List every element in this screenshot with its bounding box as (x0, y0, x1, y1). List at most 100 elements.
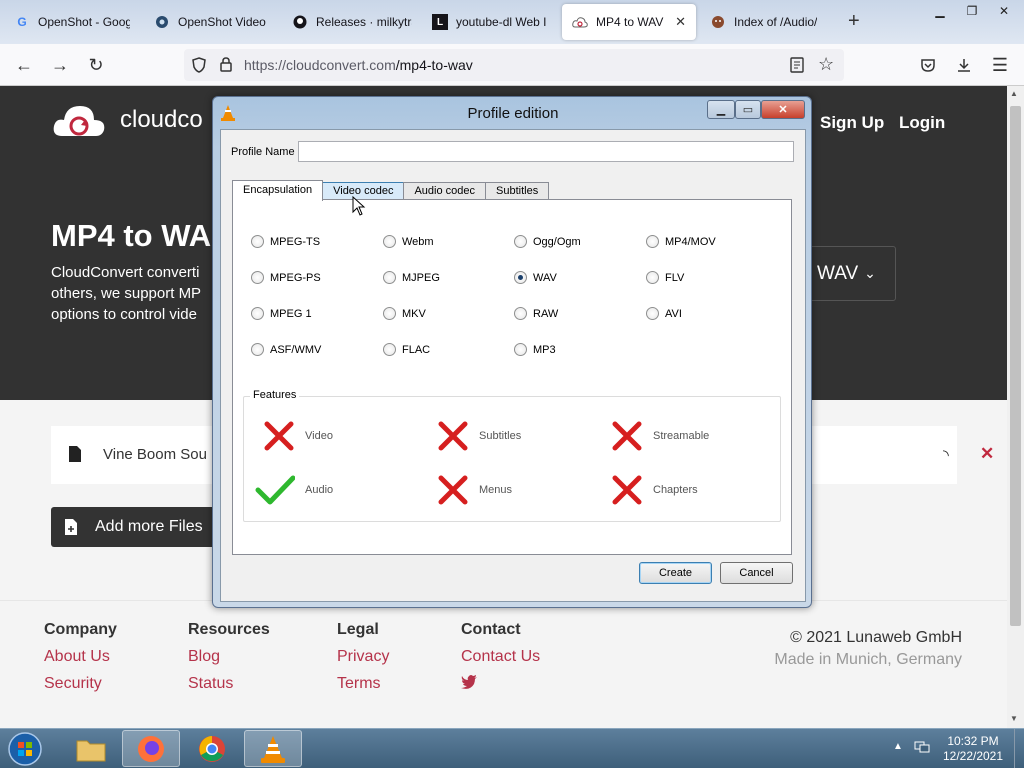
dialog-maximize-icon[interactable]: ▭ (735, 100, 761, 119)
radio-circle[interactable] (251, 343, 264, 356)
browser-tab-releases[interactable]: Releases · milkytra (282, 4, 422, 40)
restore-icon[interactable]: ❐ (956, 2, 988, 20)
security-link[interactable]: Security (44, 675, 117, 693)
brand-name[interactable]: cloudco (120, 106, 203, 134)
clock-time: 10:32 PM (947, 734, 999, 748)
blog-link[interactable]: Blog (188, 648, 270, 666)
radio-circle[interactable] (383, 307, 396, 320)
forward-arrow-icon[interactable]: → (48, 53, 72, 77)
bookmark-star-icon[interactable]: ☆ (818, 54, 834, 75)
windows-start-icon[interactable] (6, 731, 44, 767)
radio-circle[interactable] (646, 235, 659, 248)
minimize-icon[interactable]: ▁ (924, 2, 956, 20)
login-link[interactable]: Login (899, 113, 945, 133)
scrollbar-thumb[interactable] (1010, 106, 1021, 626)
browser-tab-openshot-video[interactable]: OpenShot Video E (144, 4, 280, 40)
downloads-icon[interactable] (952, 53, 976, 77)
browser-tab-index-audio[interactable]: Index of /Audio/ (700, 4, 836, 40)
system-clock[interactable]: 10:32 PM 12/22/2021 (938, 734, 1008, 764)
tab-label: MP4 to WAV | C (596, 15, 667, 29)
sign-up-link[interactable]: Sign Up (820, 113, 884, 133)
lock-icon[interactable] (220, 57, 232, 77)
output-format-dropdown[interactable]: WAV ⌄ (800, 246, 896, 301)
browser-tab-openshot-google[interactable]: G OpenShot - Googl (4, 4, 140, 40)
radio-mjpeg[interactable]: MJPEG (383, 271, 440, 284)
network-icon[interactable] (914, 739, 930, 755)
radio-asf-wmv[interactable]: ASF/WMV (251, 343, 321, 356)
show-hidden-icons-icon[interactable]: ▲ (893, 741, 903, 752)
scroll-up-arrow-icon[interactable]: ▲ (1010, 89, 1018, 98)
terms-link[interactable]: Terms (337, 675, 389, 693)
taskbar-file-explorer[interactable] (62, 730, 120, 767)
remove-file-icon[interactable]: ✕ (980, 444, 994, 464)
radio-circle[interactable] (514, 235, 527, 248)
cancel-button[interactable]: Cancel (720, 562, 793, 584)
radio-circle[interactable] (251, 307, 264, 320)
menu-hamburger-icon[interactable]: ☰ (988, 53, 1012, 77)
create-button[interactable]: Create (639, 562, 712, 584)
add-more-files-button[interactable]: Add more Files (51, 507, 221, 547)
feature-menus: Menus (437, 474, 512, 506)
about-us-link[interactable]: About Us (44, 648, 117, 666)
pocket-icon[interactable] (916, 53, 940, 77)
radio-circle[interactable] (646, 271, 659, 284)
twitter-icon[interactable] (461, 675, 477, 693)
contact-us-link[interactable]: Contact Us (461, 648, 540, 666)
radio-circle[interactable] (383, 343, 396, 356)
tab-encapsulation[interactable]: Encapsulation (232, 180, 324, 201)
radio-wav[interactable]: WAV (514, 271, 557, 284)
close-tab-icon[interactable]: ✕ (675, 14, 686, 30)
close-icon[interactable]: ✕ (988, 2, 1020, 20)
radio-mpeg-1[interactable]: MPEG 1 (251, 307, 312, 320)
radio-circle[interactable] (251, 235, 264, 248)
cross-icon (438, 421, 468, 451)
status-link[interactable]: Status (188, 675, 270, 693)
radio-circle-selected[interactable] (514, 271, 527, 284)
radio-flv[interactable]: FLV (646, 271, 684, 284)
radio-mpeg-ps[interactable]: MPEG-PS (251, 271, 321, 284)
privacy-link[interactable]: Privacy (337, 648, 389, 666)
tab-audio-codec[interactable]: Audio codec (403, 182, 487, 200)
radio-raw[interactable]: RAW (514, 307, 558, 320)
file-icon (69, 446, 81, 462)
show-desktop-button[interactable] (1014, 729, 1024, 768)
radio-circle[interactable] (514, 307, 527, 320)
taskbar-firefox[interactable] (122, 730, 180, 767)
tab-subtitles[interactable]: Subtitles (485, 182, 550, 200)
browser-tab-youtube-dl[interactable]: L youtube-dl Web I (422, 4, 558, 40)
back-arrow-icon[interactable]: ← (12, 53, 36, 77)
radio-circle[interactable] (383, 235, 396, 248)
reload-icon[interactable]: ↻ (84, 53, 108, 77)
radio-circle[interactable] (383, 271, 396, 284)
feature-label: Subtitles (479, 430, 522, 442)
radio-mpeg-ts[interactable]: MPEG-TS (251, 235, 320, 248)
taskbar-chrome[interactable] (183, 730, 241, 767)
radio-ogg-ogm[interactable]: Ogg/Ogm (514, 235, 581, 248)
url-text[interactable]: https://cloudconvert.com/mp4-to-wav (244, 57, 473, 73)
profile-name-input[interactable] (298, 141, 794, 162)
scroll-down-arrow-icon[interactable]: ▼ (1010, 714, 1018, 723)
shield-icon[interactable] (192, 57, 206, 78)
taskbar-vlc[interactable] (244, 730, 302, 767)
dialog-minimize-icon[interactable]: ▁ (707, 100, 735, 119)
radio-circle[interactable] (251, 271, 264, 284)
description-line: CloudConvert converti (51, 264, 200, 281)
radio-circle[interactable] (514, 343, 527, 356)
new-tab-icon[interactable]: + (848, 10, 860, 33)
tab-label: OpenShot Video E (178, 15, 270, 29)
dialog-close-icon[interactable]: ✕ (761, 100, 805, 119)
radio-circle[interactable] (646, 307, 659, 320)
radio-mp4-mov[interactable]: MP4/MOV (646, 235, 716, 248)
radio-mp3[interactable]: MP3 (514, 343, 556, 356)
radio-label: ASF/WMV (270, 343, 322, 356)
radio-flac[interactable]: FLAC (383, 343, 430, 356)
browser-tab-mp4-to-wav[interactable]: MP4 to WAV | C ✕ (562, 4, 696, 40)
radio-avi[interactable]: AVI (646, 307, 682, 320)
url-bar[interactable]: https://cloudconvert.com/mp4-to-wav ☆ (184, 49, 844, 81)
reader-view-icon[interactable] (790, 57, 804, 78)
brand-text: cloudco (120, 106, 203, 133)
radio-webm[interactable]: Webm (383, 235, 434, 248)
page-scrollbar[interactable]: ▲ ▼ (1007, 86, 1024, 728)
cloudconvert-logo-icon[interactable] (52, 100, 106, 140)
radio-mkv[interactable]: MKV (383, 307, 426, 320)
